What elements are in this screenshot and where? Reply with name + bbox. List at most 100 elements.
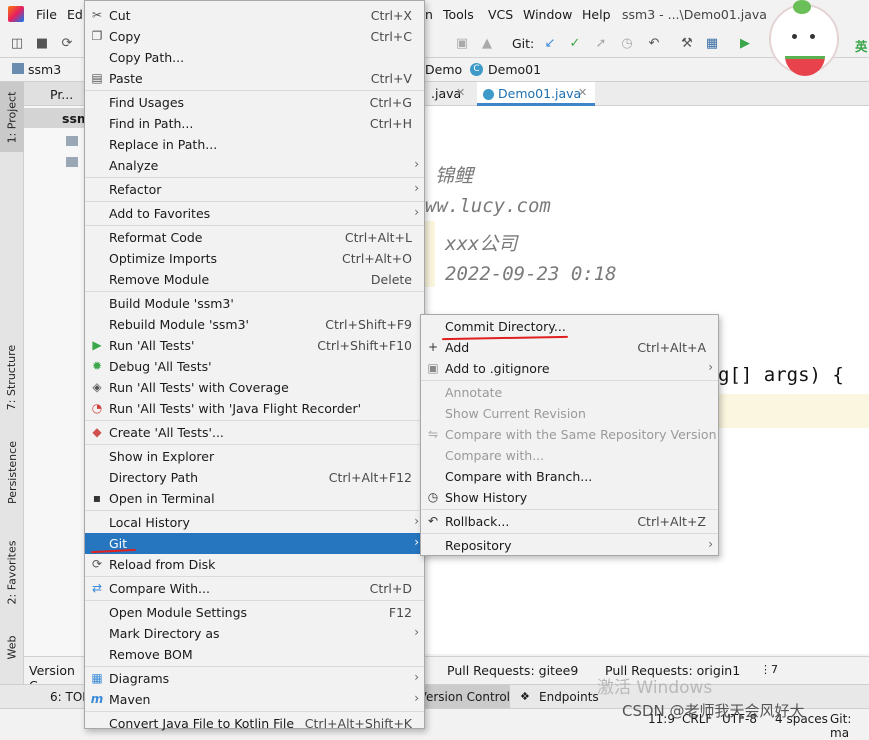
menu-item-replace-in-path[interactable]: Replace in Path... [85, 134, 424, 155]
terminal-run-icon[interactable]: ▶ [737, 36, 753, 52]
breadcrumb-demo[interactable]: Demo [425, 62, 462, 77]
menu-item-add-to-favorites[interactable]: Add to Favorites › [85, 203, 424, 224]
sync-icon[interactable]: ⟳ [59, 36, 75, 52]
project-structure-icon[interactable]: ▦ [704, 36, 720, 52]
menu-item-shortcut: Ctrl+Alt+O [342, 251, 412, 266]
pr-gitee-tab[interactable]: Pull Requests: gitee9 [447, 663, 578, 678]
menu-item-find-in-path[interactable]: Find in Path... Ctrl+H [85, 113, 424, 134]
menu-item-label: Copy Path... [109, 50, 185, 65]
menu-item-commit-directory[interactable]: Commit Directory... [421, 316, 718, 337]
menu-item-label: Paste [109, 71, 143, 86]
menu-item-shortcut: Ctrl+Alt+Z [637, 514, 706, 529]
rollback-icon[interactable]: ↶ [646, 36, 662, 52]
menu-item-convert-java-file-to-kotlin-file[interactable]: Convert Java File to Kotlin File Ctrl+Alt… [85, 713, 424, 734]
menu-file[interactable]: File [36, 7, 57, 22]
more-tabs[interactable]: ⋮7 [760, 663, 778, 676]
java-class-icon [483, 89, 494, 100]
menu-item-maven[interactable]: m Maven › [85, 689, 424, 710]
menu-item-cut[interactable]: ✂ Cut Ctrl+X [85, 5, 424, 26]
menu-item-debug-all-tests[interactable]: ✹ Debug 'All Tests' [85, 356, 424, 377]
panel-header-label[interactable]: Pr... [50, 87, 73, 102]
menu-window[interactable]: Window [523, 7, 572, 22]
menu-item-open-module-settings[interactable]: Open Module Settings F12 [85, 602, 424, 623]
status-git-branch[interactable]: Git: ma [830, 712, 869, 740]
tab-structure[interactable]: 7: Structure [0, 332, 24, 422]
chevron-right-icon: › [414, 670, 419, 684]
menu-item-reload-from-disk[interactable]: ⟳ Reload from Disk [85, 554, 424, 575]
menu-help[interactable]: Help [582, 7, 611, 22]
menu-item-build-module-ssm3[interactable]: Build Module 'ssm3' [85, 293, 424, 314]
menu-item-remove-bom[interactable]: Remove BOM [85, 644, 424, 665]
endpoints-tab[interactable]: Endpoints [539, 690, 599, 704]
breadcrumb-class[interactable]: Demo01 [488, 62, 541, 77]
menu-item-analyze[interactable]: Analyze › [85, 155, 424, 176]
menu-item-mark-directory-as[interactable]: Mark Directory as › [85, 623, 424, 644]
menu-item-paste[interactable]: ▤ Paste Ctrl+V [85, 68, 424, 89]
tab-project[interactable]: 1: Project [0, 82, 24, 152]
menu-item-directory-path[interactable]: Directory Path Ctrl+Alt+F12 [85, 467, 424, 488]
menu-separator [85, 444, 424, 445]
tree-root-row[interactable]: ssm3 [24, 108, 99, 128]
menu-item-compare-with[interactable]: ⇄ Compare With... Ctrl+D [85, 578, 424, 599]
chevron-right-icon: › [414, 535, 419, 549]
wrench-icon[interactable]: ⚒ [679, 36, 695, 52]
tab-favorites[interactable]: 2: Favorites [0, 527, 24, 617]
update-icon[interactable]: ↙ [542, 36, 558, 52]
menu-item-remove-module[interactable]: Remove Module Delete [85, 269, 424, 290]
menu-item-find-usages[interactable]: Find Usages Ctrl+G [85, 92, 424, 113]
menu-vcs[interactable]: VCS [488, 7, 513, 22]
menu-item-repository[interactable]: Repository › [421, 535, 718, 556]
menu-separator [85, 291, 424, 292]
menu-item-create-all-tests[interactable]: ◆ Create 'All Tests'... [85, 422, 424, 443]
coverage-icon: ◈ [92, 380, 102, 394]
menu-separator [85, 225, 424, 226]
menu-item-optimize-imports[interactable]: Optimize Imports Ctrl+Alt+O [85, 248, 424, 269]
close-icon[interactable]: ✕ [578, 86, 587, 99]
menu-item-shortcut: Ctrl+C [370, 29, 412, 44]
breadcrumb-project[interactable]: ssm3 [28, 62, 61, 77]
menu-item-run-all-tests-with-java-flight-recorder[interactable]: ◔ Run 'All Tests' with 'Java Flight Recor… [85, 398, 424, 419]
clock-icon: ◷ [427, 490, 439, 504]
menu-item-add[interactable]: + Add Ctrl+Alt+A [421, 337, 718, 358]
menu-item-reformat-code[interactable]: Reformat Code Ctrl+Alt+L [85, 227, 424, 248]
menu-item-local-history[interactable]: Local History › [85, 512, 424, 533]
menu-item-copy[interactable]: ❐ Copy Ctrl+C [85, 26, 424, 47]
menu-item-label: Mark Directory as [109, 626, 220, 641]
menu-item-compare-with-branch[interactable]: Compare with Branch... [421, 466, 718, 487]
chevron-right-icon: › [414, 625, 419, 639]
history-icon[interactable]: ◷ [619, 36, 635, 52]
menu-item-shortcut: Ctrl+G [369, 95, 412, 110]
menu-tools[interactable]: Tools [443, 7, 474, 22]
save-icon[interactable]: ■ [34, 36, 50, 52]
version-control-tab[interactable]: Version Control [419, 685, 510, 708]
commit-icon[interactable]: ✓ [567, 36, 583, 52]
create-test-icon: ◆ [92, 425, 102, 439]
menu-item-diagrams[interactable]: ▦ Diagrams › [85, 668, 424, 689]
menu-item-git[interactable]: Git › [85, 533, 424, 554]
class-icon: C [470, 63, 483, 76]
menu-item-label: Add to .gitignore [445, 361, 550, 376]
menu-item-add-to-gitignore[interactable]: ▣ Add to .gitignore › [421, 358, 718, 379]
menu-separator [85, 600, 424, 601]
folder-open-icon[interactable]: ◫ [9, 36, 25, 52]
menu-item-run-all-tests-with-coverage[interactable]: ◈ Run 'All Tests' with Coverage [85, 377, 424, 398]
menu-separator [85, 177, 424, 178]
menu-fragment[interactable]: n [425, 7, 433, 22]
tab-persistence[interactable]: Persistence [0, 432, 24, 512]
chevron-right-icon: › [708, 537, 713, 551]
menu-item-show-history[interactable]: ◷ Show History [421, 487, 718, 508]
menu-item-run-all-tests[interactable]: ▶ Run 'All Tests' Ctrl+Shift+F10 [85, 335, 424, 356]
close-icon[interactable]: ✕ [456, 86, 465, 99]
tab-web[interactable]: Web [0, 627, 24, 667]
menu-item-rebuild-module-ssm3[interactable]: Rebuild Module 'ssm3' Ctrl+Shift+F9 [85, 314, 424, 335]
menu-item-label: Local History [109, 515, 190, 530]
menu-item-label: Find Usages [109, 95, 185, 110]
menu-item-label: Create 'All Tests'... [109, 425, 224, 440]
menu-item-copy-path[interactable]: Copy Path... [85, 47, 424, 68]
menu-item-open-in-terminal[interactable]: ▪ Open in Terminal [85, 488, 424, 509]
menu-item-rollback[interactable]: ↶ Rollback... Ctrl+Alt+Z [421, 511, 718, 532]
menu-item-refactor[interactable]: Refactor › [85, 179, 424, 200]
merge-icon[interactable]: ➚ [593, 36, 609, 52]
menu-item-show-in-explorer[interactable]: Show in Explorer [85, 446, 424, 467]
debug-icon: ✹ [91, 359, 103, 373]
